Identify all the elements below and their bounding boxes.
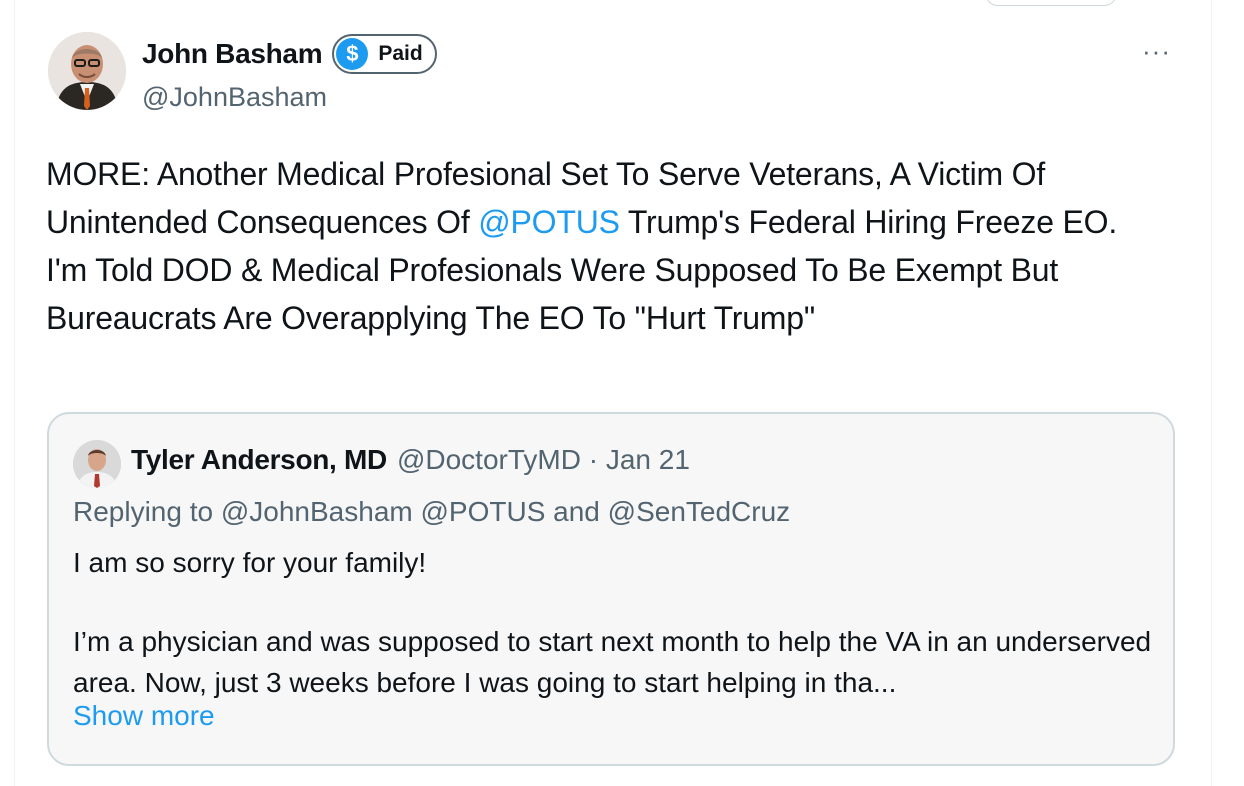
author-name-row: John Basham $ Paid — [142, 34, 437, 74]
paid-badge-label: Paid — [378, 42, 423, 65]
quoted-author-avatar[interactable] — [73, 440, 121, 488]
paid-badge[interactable]: $ Paid — [332, 34, 437, 74]
top-partial-button[interactable] — [985, 0, 1117, 6]
tweet-text-part3: I'm Told DOD & Medical Profesionals Were… — [46, 252, 1059, 336]
quoted-header: Tyler Anderson, MD @DoctorTyMD · Jan 21 — [131, 444, 690, 476]
quoted-text-para2: I’m a physician and was supposed to star… — [73, 626, 1152, 698]
author-avatar-image — [48, 32, 126, 110]
tweet-text: MORE: Another Medical Profesional Set To… — [46, 150, 1176, 342]
quoted-text-para1: I am so sorry for your family! — [73, 547, 427, 578]
more-options-icon[interactable]: ··· — [1142, 36, 1171, 67]
tweet-text-part2: Trump's Federal Hiring Freeze EO. — [619, 204, 1118, 240]
mention-potus-link[interactable]: @POTUS — [478, 204, 620, 240]
author-avatar[interactable] — [48, 32, 126, 110]
author-handle[interactable]: @JohnBasham — [142, 82, 327, 113]
quoted-reply-context: Replying to @JohnBasham @POTUS and @SenT… — [73, 496, 791, 527]
show-more-link[interactable]: Show more — [73, 700, 215, 732]
quoted-text: I am so sorry for your family! I’m a phy… — [73, 542, 1153, 703]
quoted-author-name[interactable]: Tyler Anderson, MD — [131, 444, 387, 476]
dollar-icon: $ — [336, 38, 369, 70]
quoted-handle-date[interactable]: @DoctorTyMD · Jan 21 — [397, 444, 690, 476]
quoted-tweet[interactable]: Tyler Anderson, MD @DoctorTyMD · Jan 21 … — [47, 412, 1175, 766]
quoted-author-avatar-image — [73, 440, 121, 488]
author-name[interactable]: John Basham — [142, 38, 323, 70]
